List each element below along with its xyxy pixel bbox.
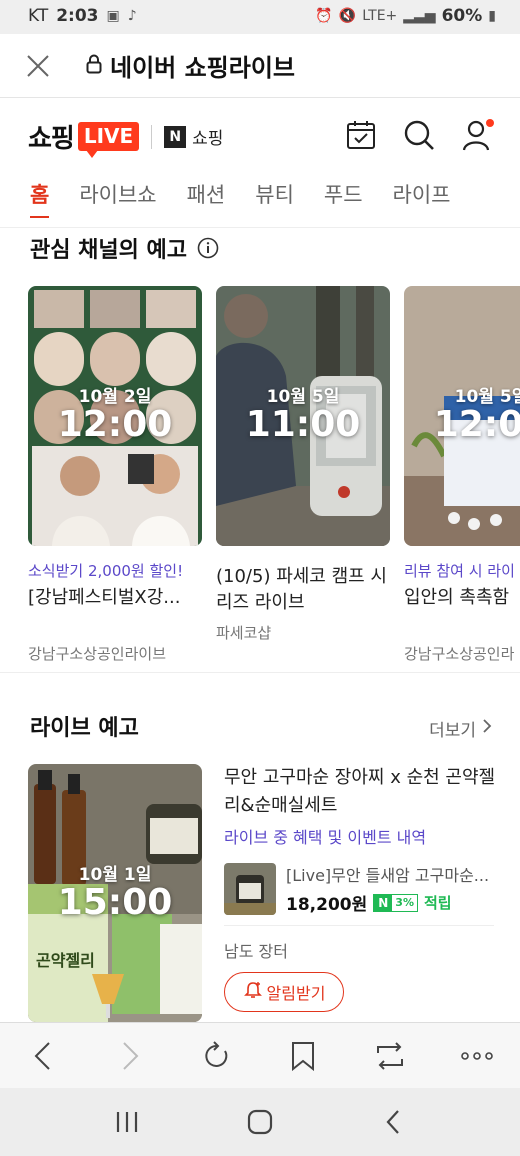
bookmark-icon[interactable]: [281, 1034, 325, 1078]
search-icon[interactable]: [402, 118, 436, 152]
npay-badge: N 3%: [373, 893, 418, 912]
battery-icon: ▮: [488, 8, 496, 24]
lock-icon: [86, 52, 102, 80]
product-price: 18,200원: [286, 895, 368, 915]
broadcast-time: 15:00: [57, 882, 173, 923]
browser-top-bar: 네이버 쇼핑라이브: [0, 34, 520, 98]
tab-liveshow[interactable]: 라이브쇼: [79, 172, 156, 228]
naver-shopping-link[interactable]: 쇼핑: [192, 124, 223, 149]
alarm-button[interactable]: 알림받기: [224, 972, 344, 1012]
product-thumbnail[interactable]: [224, 862, 276, 915]
package-label: 곤약젤리: [36, 951, 95, 970]
page-title: 네이버 쇼핑라이브: [86, 48, 295, 83]
carrier-label: KT: [28, 6, 49, 26]
interest-carousel[interactable]: 10월 2일 12:00 소식받기 2,000원 할인! [강남페스티벌X강..…: [28, 286, 520, 666]
mute-icon: 🔇: [338, 8, 357, 24]
close-icon[interactable]: [24, 52, 52, 80]
user-icon[interactable]: [460, 118, 494, 152]
live-preview-thumbnail[interactable]: 곤약젤리 10월 1일 15:00: [28, 764, 202, 1022]
tab-fashion[interactable]: 패션: [187, 172, 226, 228]
more-label: 더보기: [429, 721, 476, 741]
logo-shop-text: 쇼핑: [28, 124, 75, 154]
broadcast-thumbnail[interactable]: 10월 5일 12:00: [404, 286, 520, 546]
home-icon[interactable]: [240, 1102, 280, 1142]
more-link[interactable]: 더보기: [429, 716, 492, 741]
promo-text: 리뷰 참여 시 라이: [404, 562, 515, 580]
broadcast-thumbnail[interactable]: 10월 2일 12:00: [28, 286, 202, 546]
logo-divider: [151, 124, 153, 149]
tab-life[interactable]: 라이프: [393, 172, 451, 228]
product-name[interactable]: [Live]무안 들새암 고구마순...: [286, 862, 494, 886]
broadcast-thumbnail[interactable]: 10월 5일 11:00: [216, 286, 390, 546]
tab-beauty[interactable]: 뷰티: [255, 172, 294, 228]
chevron-right-icon: [482, 718, 492, 739]
accrue-label: 적립: [423, 894, 452, 912]
seller-name[interactable]: 남도 장터: [224, 938, 500, 962]
tab-home[interactable]: 홈: [30, 172, 50, 228]
live-preview-item[interactable]: 곤약젤리 10월 1일 15:00 무안 고구마순 장아찌 x 순천 곤약젤리&…: [28, 764, 498, 1026]
category-tabs: 홈 라이브쇼 패션 뷰티 푸드 라이프: [0, 172, 520, 228]
status-bar: KT 2:03 ▣ ♪ ⏰ 🔇 LTE+ ▂▃▅ 60% ▮: [0, 0, 520, 34]
calendar-check-icon[interactable]: [344, 118, 378, 152]
section-title-text: 관심 채널의 예고: [30, 238, 187, 263]
more-options-icon[interactable]: [455, 1034, 499, 1078]
signal-icon: ▂▃▅: [403, 8, 436, 24]
broadcast-card[interactable]: 10월 5일 12:00 리뷰 참여 시 라이 입안의 촉촉함 강남구소상공인라: [404, 286, 520, 664]
logo-live-badge: LIVE: [77, 122, 140, 158]
promo-text: 소식받기 2,000원 할인!: [28, 562, 184, 580]
section-divider: [0, 672, 520, 682]
reload-icon[interactable]: [195, 1034, 239, 1078]
broadcast-card[interactable]: 10월 2일 12:00 소식받기 2,000원 할인! [강남페스티벌X강..…: [28, 286, 202, 664]
clock: 2:03: [56, 6, 99, 26]
seller-name[interactable]: 강남구소상공인라: [404, 643, 520, 664]
seller-name[interactable]: 강남구소상공인라이브: [28, 643, 202, 664]
live-benefit-link[interactable]: 라이브 중 혜택 및 이벤트 내역: [224, 824, 500, 848]
back-icon[interactable]: [21, 1034, 65, 1078]
tiktok-icon: ♪: [127, 8, 137, 24]
browser-toolbar: [0, 1022, 520, 1088]
recent-apps-icon[interactable]: [107, 1102, 147, 1142]
divider: [224, 925, 494, 926]
share-icon[interactable]: [368, 1034, 412, 1078]
naver-n-icon: N: [164, 125, 187, 148]
gallery-icon: ▣: [106, 8, 120, 24]
featured-product[interactable]: [Live]무안 들새암 고구마순... 18,200원 N 3% 적립: [224, 862, 500, 915]
seller-name[interactable]: 파세코샵: [216, 622, 390, 643]
npay-n-icon: N: [374, 894, 393, 911]
npay-percent: 3%: [395, 895, 414, 909]
alarm-label: 알림받기: [266, 984, 326, 1003]
broadcast-time: 12:00: [57, 404, 173, 445]
page-title-text: 네이버 쇼핑라이브: [110, 54, 295, 82]
shopping-live-logo[interactable]: 쇼핑 LIVE N 쇼핑: [28, 118, 223, 158]
system-nav-bar: [0, 1088, 520, 1156]
broadcast-time: 12:00: [433, 404, 520, 445]
site-header: 쇼핑 LIVE N 쇼핑: [0, 98, 520, 172]
notification-dot: [486, 119, 494, 127]
bell-plus-icon: [243, 980, 263, 1004]
tab-food[interactable]: 푸드: [324, 172, 363, 228]
broadcast-title[interactable]: [강남페스티벌X강...: [28, 585, 202, 637]
live-preview-info: 무안 고구마순 장아찌 x 순천 곤약젤리&순매실세트 라이브 중 혜택 및 이…: [224, 764, 500, 1012]
battery-label: 60%: [441, 6, 483, 26]
system-back-icon[interactable]: [373, 1102, 413, 1142]
alarm-icon: ⏰: [315, 8, 333, 24]
section-title-live-preview: 라이브 예고: [30, 716, 139, 741]
broadcast-time: 11:00: [245, 404, 361, 445]
forward-icon[interactable]: [108, 1034, 152, 1078]
network-label: LTE+: [362, 8, 398, 24]
info-icon[interactable]: [197, 237, 219, 259]
section-title-interest: 관심 채널의 예고: [30, 232, 219, 264]
broadcast-card[interactable]: 10월 5일 11:00 (10/5) 파세코 캠프 시리즈 라이브 파세코샵: [216, 286, 390, 643]
broadcast-title[interactable]: 입안의 촉촉함: [404, 585, 520, 637]
live-preview-title[interactable]: 무안 고구마순 장아찌 x 순천 곤약젤리&순매실세트: [224, 764, 500, 820]
broadcast-title[interactable]: (10/5) 파세코 캠프 시리즈 라이브: [216, 564, 390, 616]
